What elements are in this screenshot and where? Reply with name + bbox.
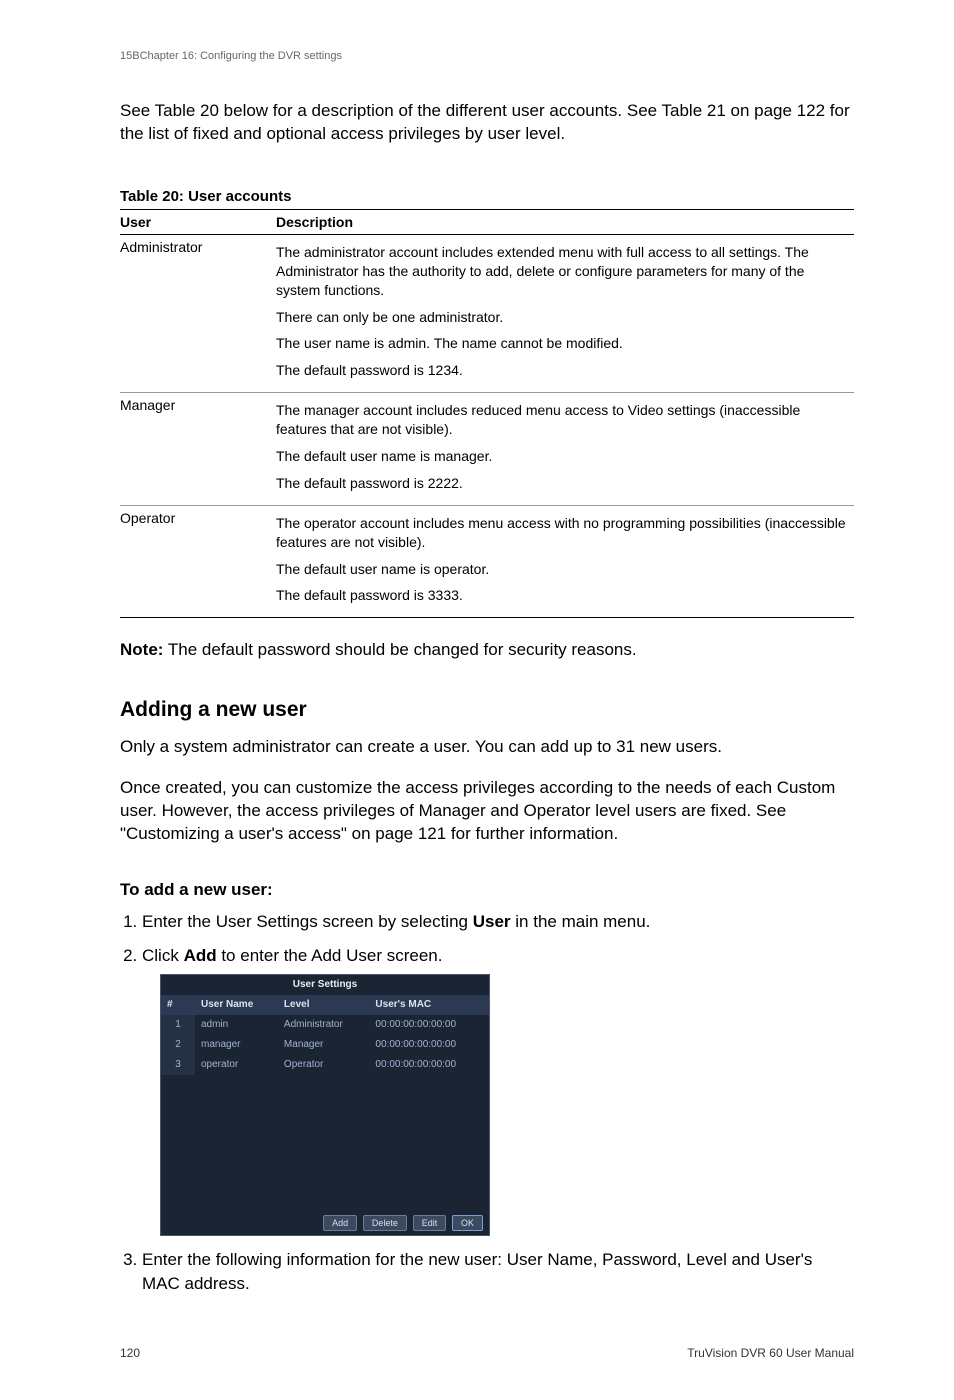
screenshot-cell: 00:00:00:00:00:00 (369, 1015, 489, 1035)
page-footer: 120 TruVision DVR 60 User Manual (120, 1316, 854, 1360)
step-1: Enter the User Settings screen by select… (142, 910, 854, 934)
screenshot-add-button[interactable]: Add (323, 1215, 357, 1232)
table-row: Administrator The administrator account … (120, 234, 854, 392)
screenshot-cell: 00:00:00:00:00:00 (369, 1055, 489, 1075)
paragraph: Only a system administrator can create a… (120, 736, 854, 759)
intro-paragraph: See Table 20 below for a description of … (120, 100, 854, 146)
screenshot-row: 2 manager Manager 00:00:00:00:00:00 (161, 1035, 489, 1055)
table-title: Table 20: User accounts (120, 188, 854, 205)
step-text: to enter the Add User screen. (217, 946, 443, 965)
paragraph: Once created, you can customize the acce… (120, 777, 854, 846)
screenshot-footer: Add Delete Edit OK (161, 1211, 489, 1236)
desc-text: The default user name is manager. (276, 447, 848, 466)
table-row: Operator The operator account includes m… (120, 505, 854, 618)
screenshot-cell: 00:00:00:00:00:00 (369, 1035, 489, 1055)
user-settings-screenshot: User Settings # User Name Level User's M… (160, 974, 490, 1237)
desc-text: The default password is 2222. (276, 474, 848, 493)
screenshot-header-num: # (161, 995, 195, 1015)
desc-text: The manager account includes reduced men… (276, 401, 848, 439)
screenshot-cell: admin (195, 1015, 278, 1035)
table-header-user: User (120, 209, 276, 234)
user-cell-admin: Administrator (120, 234, 276, 392)
desc-text: The user name is admin. The name cannot … (276, 334, 848, 353)
user-cell-operator: Operator (120, 505, 276, 618)
table-row: Manager The manager account includes red… (120, 393, 854, 506)
user-cell-manager: Manager (120, 393, 276, 506)
screenshot-empty-space (161, 1075, 489, 1211)
steps-list: Enter the User Settings screen by select… (120, 910, 854, 1306)
screenshot-ok-button[interactable]: OK (452, 1215, 483, 1232)
screenshot-delete-button[interactable]: Delete (363, 1215, 407, 1232)
desc-cell-admin: The administrator account includes exten… (276, 234, 854, 392)
step-text: Enter the User Settings screen by select… (142, 912, 473, 931)
step-3: Enter the following information for the … (142, 1248, 854, 1296)
step-2: Click Add to enter the Add User screen. … (142, 944, 854, 1236)
desc-text: The administrator account includes exten… (276, 243, 848, 300)
desc-text: There can only be one administrator. (276, 308, 848, 327)
table-header-description: Description (276, 209, 854, 234)
screenshot-header-level: Level (278, 995, 370, 1015)
screenshot-edit-button[interactable]: Edit (413, 1215, 447, 1232)
step-bold: Add (184, 946, 217, 965)
desc-text: The default password is 1234. (276, 361, 848, 380)
document-title: TruVision DVR 60 User Manual (687, 1346, 854, 1360)
step-text: Click (142, 946, 184, 965)
user-accounts-table: User Description Administrator The admin… (120, 209, 854, 618)
subheading-to-add-user: To add a new user: (120, 880, 854, 900)
screenshot-header-mac: User's MAC (369, 995, 489, 1015)
note-text: The default password should be changed f… (163, 640, 636, 659)
note-label: Note: (120, 640, 163, 659)
screenshot-row: 1 admin Administrator 00:00:00:00:00:00 (161, 1015, 489, 1035)
screenshot-cell: 1 (161, 1015, 195, 1035)
chapter-caption: 15BChapter 16: Configuring the DVR setti… (120, 50, 854, 62)
desc-text: The default password is 3333. (276, 586, 848, 605)
step-bold: User (473, 912, 511, 931)
desc-text: The default user name is operator. (276, 560, 848, 579)
screenshot-row: 3 operator Operator 00:00:00:00:00:00 (161, 1055, 489, 1075)
note: Note: The default password should be cha… (120, 640, 854, 660)
screenshot-grid: # User Name Level User's MAC 1 admin Adm… (161, 995, 489, 1211)
screenshot-cell: Manager (278, 1035, 370, 1055)
screenshot-header-name: User Name (195, 995, 278, 1015)
step-text: in the main menu. (511, 912, 651, 931)
desc-cell-operator: The operator account includes menu acces… (276, 505, 854, 618)
screenshot-cell: operator (195, 1055, 278, 1075)
section-heading-adding-user: Adding a new user (120, 698, 854, 722)
screenshot-cell: Operator (278, 1055, 370, 1075)
page: 15BChapter 16: Configuring the DVR setti… (0, 0, 954, 1400)
desc-text: The operator account includes menu acces… (276, 514, 848, 552)
screenshot-cell: Administrator (278, 1015, 370, 1035)
page-number: 120 (120, 1346, 140, 1360)
screenshot-title: User Settings (161, 975, 489, 995)
screenshot-cell: 3 (161, 1055, 195, 1075)
screenshot-cell: 2 (161, 1035, 195, 1055)
screenshot-cell: manager (195, 1035, 278, 1055)
desc-cell-manager: The manager account includes reduced men… (276, 393, 854, 506)
